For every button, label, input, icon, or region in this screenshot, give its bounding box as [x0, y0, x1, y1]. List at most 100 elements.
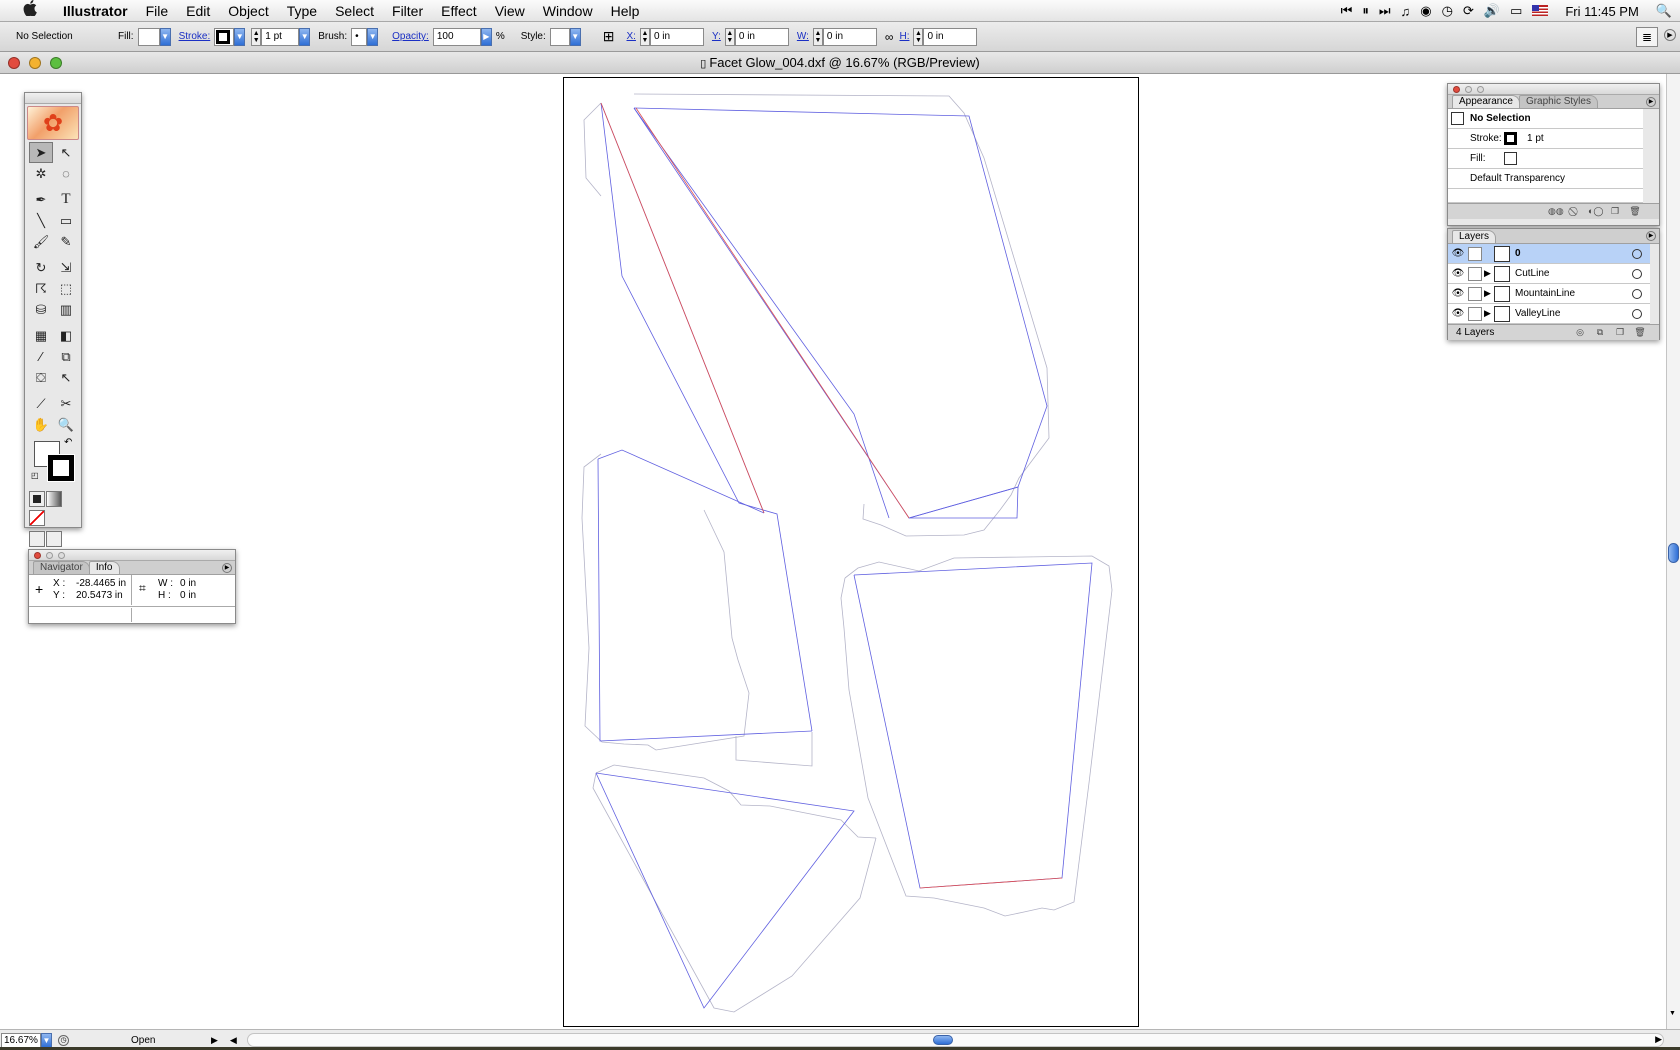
fill-dropdown[interactable]: ▼: [159, 27, 171, 46]
info-panel-menu-icon[interactable]: ▶: [222, 563, 232, 573]
horizontal-scrollbar[interactable]: [247, 1033, 1664, 1047]
menu-file[interactable]: File: [137, 0, 178, 22]
menu-type[interactable]: Type: [278, 0, 326, 22]
layer-name[interactable]: ValleyLine: [1515, 308, 1632, 319]
selection-tool-icon[interactable]: ➤: [29, 142, 53, 163]
layer-name[interactable]: MountainLine: [1515, 288, 1632, 299]
gradient-tool-icon[interactable]: ◧: [54, 325, 78, 346]
mesh-tool-icon[interactable]: ▦: [29, 325, 53, 346]
h-stepper[interactable]: ▲ ▼: [913, 27, 924, 46]
illustrator-logo[interactable]: ✿: [27, 106, 79, 140]
appearance-panel-zoom-button[interactable]: [1477, 86, 1484, 93]
symbol-sprayer-tool-icon[interactable]: ⛁: [29, 299, 53, 320]
gradient-mode-icon[interactable]: [46, 491, 62, 507]
tab-appearance[interactable]: Appearance: [1452, 95, 1520, 108]
opacity-label[interactable]: Opacity:: [392, 31, 429, 42]
tab-info[interactable]: Info: [88, 561, 120, 574]
document-status[interactable]: Open: [131, 1035, 211, 1046]
color-mode-icon[interactable]: [29, 491, 45, 507]
appearance-stroke-swatch[interactable]: [1504, 132, 1517, 145]
appearance-panel-close-button[interactable]: [1453, 86, 1460, 93]
appearance-panel-menu-icon[interactable]: ▶: [1646, 97, 1656, 107]
w-field[interactable]: 0 in: [822, 27, 877, 46]
lock-toggle[interactable]: [1468, 266, 1482, 281]
scroll-down-arrow-icon[interactable]: ▼: [1669, 1010, 1676, 1017]
eyedropper-tool-icon[interactable]: ⁄: [29, 346, 53, 367]
info-panel-title[interactable]: [29, 550, 235, 561]
expand-triangle-icon[interactable]: ▶: [1484, 308, 1494, 319]
display-icon[interactable]: ▭: [1510, 3, 1522, 19]
delete-layer-icon[interactable]: 🗑: [1633, 327, 1647, 338]
brush-field[interactable]: •: [351, 27, 368, 46]
zoom-field[interactable]: 16.67%: [1, 1032, 41, 1048]
tools-panel-title[interactable]: [25, 93, 81, 104]
us-flag-icon[interactable]: [1532, 4, 1549, 19]
graph-tool-icon[interactable]: ▥: [54, 299, 78, 320]
menu-app-name[interactable]: Illustrator: [54, 0, 137, 22]
info-panel-close-button[interactable]: [34, 552, 41, 559]
layer-target-icon[interactable]: [1632, 268, 1642, 279]
horizontal-scroll-thumb[interactable]: [933, 1035, 953, 1045]
pen-tool-icon[interactable]: ✒: [29, 189, 53, 210]
volume-icon[interactable]: 🔊: [1484, 3, 1500, 19]
scissors-tool-icon[interactable]: ✂: [54, 393, 78, 414]
visibility-eye-icon[interactable]: 👁: [1448, 248, 1468, 259]
music-note-icon[interactable]: ♫: [1401, 4, 1411, 19]
layer-name[interactable]: 0: [1515, 248, 1632, 259]
visibility-eye-icon[interactable]: 👁: [1448, 288, 1468, 299]
hand-tool-icon[interactable]: ✋: [29, 414, 53, 435]
stroke-weight-dropdown[interactable]: ▼: [299, 27, 311, 46]
swap-fill-stroke-icon[interactable]: ↶: [64, 437, 72, 448]
pause-icon[interactable]: ⏸: [1362, 3, 1369, 19]
standard-screen-mode-icon[interactable]: [29, 531, 45, 547]
type-tool-icon[interactable]: T: [54, 189, 78, 210]
constrain-link-icon[interactable]: ∞: [885, 30, 894, 44]
menu-object[interactable]: Object: [219, 0, 277, 22]
x-field[interactable]: 0 in: [649, 27, 704, 46]
lock-toggle[interactable]: [1468, 286, 1482, 301]
visibility-eye-icon[interactable]: 👁: [1448, 268, 1468, 279]
mountain-lines[interactable]: [595, 102, 1093, 1009]
stroke-dropdown[interactable]: ▼: [234, 27, 246, 46]
style-swatch[interactable]: [549, 27, 570, 46]
appearance-header-row[interactable]: No Selection: [1448, 109, 1643, 129]
artboard[interactable]: [563, 77, 1139, 1027]
vertical-scrollbar[interactable]: ▼: [1666, 74, 1680, 1029]
menu-select[interactable]: Select: [326, 0, 383, 22]
new-art-maintains-appearance-icon[interactable]: ◍◍: [1548, 206, 1564, 217]
appearance-stroke-row[interactable]: Stroke: 1 pt: [1448, 129, 1643, 149]
stroke-color-box[interactable]: [47, 454, 75, 482]
time-machine-icon[interactable]: ◷: [1442, 3, 1453, 19]
opacity-field[interactable]: 100: [432, 27, 481, 46]
line-tool-icon[interactable]: ╲: [29, 210, 53, 231]
live-paint-selection-tool-icon[interactable]: ↖: [54, 367, 78, 388]
stroke-swatch[interactable]: [214, 27, 235, 46]
blend-tool-icon[interactable]: ⧉: [54, 346, 78, 367]
x-stepper[interactable]: ▲ ▼: [639, 27, 650, 46]
rotate-tool-icon[interactable]: ↻: [29, 257, 53, 278]
zoom-dropdown[interactable]: ▼: [41, 1032, 52, 1048]
valley-lines[interactable]: [600, 102, 1063, 889]
h-field[interactable]: 0 in: [923, 27, 978, 46]
spotlight-icon[interactable]: 🔍: [1656, 3, 1672, 19]
layer-row-valleyline[interactable]: 👁 ▶ ValleyLine: [1448, 304, 1650, 324]
info-panel-minimize-button[interactable]: [46, 552, 53, 559]
new-layer-icon[interactable]: ❐: [1613, 327, 1627, 338]
scroll-right-arrow-icon[interactable]: ▶: [1655, 1034, 1662, 1045]
default-fill-stroke-icon[interactable]: ◰: [31, 471, 39, 480]
free-transform-tool-icon[interactable]: ⬚: [54, 278, 78, 299]
layer-row-0[interactable]: 👁 0: [1448, 244, 1650, 264]
vertical-scroll-thumb[interactable]: [1668, 543, 1679, 563]
layer-target-icon[interactable]: [1632, 248, 1642, 259]
control-palette-menu-icon[interactable]: ≣: [1636, 27, 1658, 47]
scroll-left-arrow-icon[interactable]: ◀: [230, 1035, 237, 1046]
visibility-eye-icon[interactable]: 👁: [1448, 308, 1468, 319]
tab-graphic-styles[interactable]: Graphic Styles: [1518, 95, 1598, 108]
duplicate-item-icon[interactable]: ❐: [1608, 206, 1622, 217]
appearance-panel-minimize-button[interactable]: [1465, 86, 1472, 93]
menu-view[interactable]: View: [486, 0, 534, 22]
reduce-to-basic-icon[interactable]: ◐◯: [1588, 206, 1604, 217]
sync-icon[interactable]: ◉: [1420, 3, 1431, 19]
stroke-weight-stepper[interactable]: ▲ ▼: [251, 27, 262, 46]
make-clipping-mask-icon[interactable]: ◎: [1573, 327, 1587, 338]
